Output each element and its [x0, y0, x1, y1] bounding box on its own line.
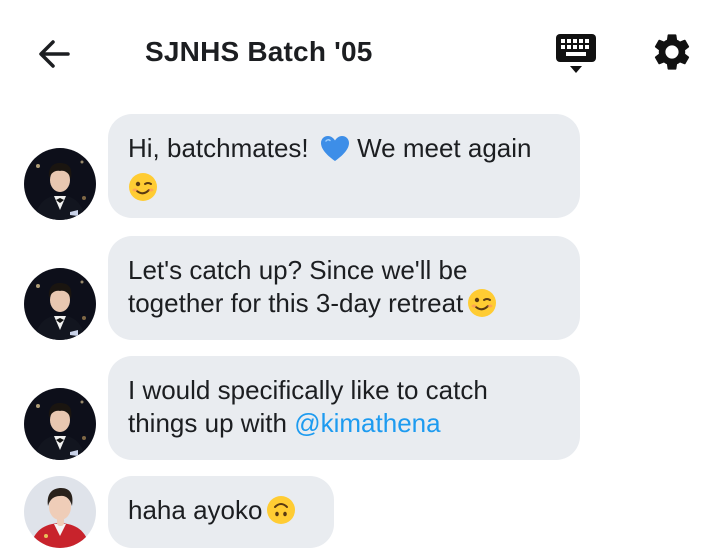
message-bubble[interactable]: I would specifically like to catch thing… [108, 356, 580, 460]
avatar-red-jacket-image [24, 476, 96, 548]
arrow-left-icon [39, 40, 70, 68]
avatar[interactable] [24, 476, 96, 548]
message-text: I would specifically like to catch [128, 375, 488, 405]
chat-header: SJNHS Batch '05 [0, 0, 720, 104]
message-text: haha ayoko [128, 495, 263, 525]
message-text: together for this 3-day retreat [128, 288, 464, 318]
message-text: things up with [128, 408, 295, 438]
blue-heart-emoji [320, 135, 350, 171]
message-bubble[interactable]: Let's catch up? Since we'll be together … [108, 236, 580, 340]
chat-title: SJNHS Batch '05 [145, 36, 373, 67]
message-bubble[interactable]: Hi, batchmates! We meet again [108, 114, 580, 218]
avatar[interactable] [24, 148, 96, 220]
message-text: We meet again [349, 133, 532, 163]
avatar-suit-man-image [24, 268, 96, 340]
avatar-suit-man-image [24, 388, 96, 460]
user-mention-link[interactable]: @kimathena [294, 408, 440, 438]
back-button[interactable] [34, 34, 74, 74]
wink-emoji [467, 288, 497, 326]
message-text: Let's catch up? Since we'll be [128, 255, 468, 285]
avatar-suit-man-image [24, 148, 96, 220]
message-text: Hi, batchmates! [128, 133, 316, 163]
wink-emoji [128, 172, 158, 210]
gear-icon [654, 34, 690, 70]
settings-button[interactable] [650, 30, 694, 74]
keyboard-button[interactable] [554, 32, 598, 76]
keyboard-icon [556, 34, 596, 73]
upside-down-face-emoji [266, 495, 296, 533]
message-bubble[interactable]: haha ayoko [108, 476, 334, 548]
avatar[interactable] [24, 388, 96, 460]
avatar[interactable] [24, 268, 96, 340]
